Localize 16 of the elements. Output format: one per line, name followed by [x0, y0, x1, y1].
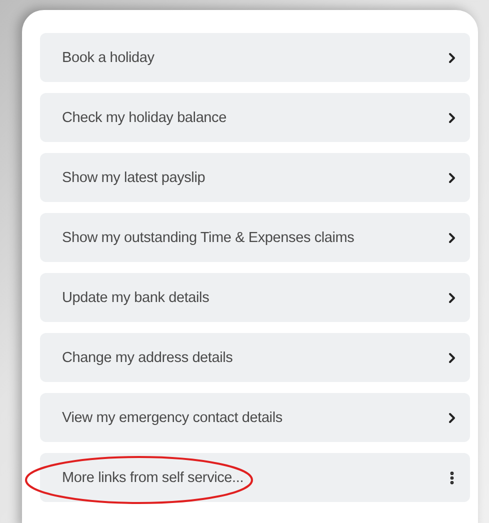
menu-item-label: Show my outstanding Time & Expenses claims: [62, 230, 354, 246]
menu-item[interactable]: Update my bank details: [40, 273, 470, 322]
menu-item[interactable]: More links from self service...: [40, 453, 470, 502]
menu-item-label: View my emergency contact details: [62, 410, 282, 426]
menu-item-label: Update my bank details: [62, 290, 210, 306]
menu-item[interactable]: Show my latest payslip: [40, 153, 470, 202]
menu-item[interactable]: Change my address details: [40, 333, 470, 382]
menu-item-label: Show my latest payslip: [62, 170, 206, 186]
menu-item-label: Change my address details: [62, 350, 233, 366]
menu-item[interactable]: Check my holiday balance: [40, 93, 470, 142]
menu-item[interactable]: Show my outstanding Time & Expenses claims: [40, 213, 470, 262]
menu-item[interactable]: View my emergency contact details: [40, 393, 470, 442]
menu-item-label: Book a holiday: [62, 50, 154, 66]
menu-item[interactable]: Book a holiday: [40, 33, 470, 82]
menu-item-label: More links from self service...: [62, 470, 244, 486]
menu-item-label: Check my holiday balance: [62, 110, 226, 126]
